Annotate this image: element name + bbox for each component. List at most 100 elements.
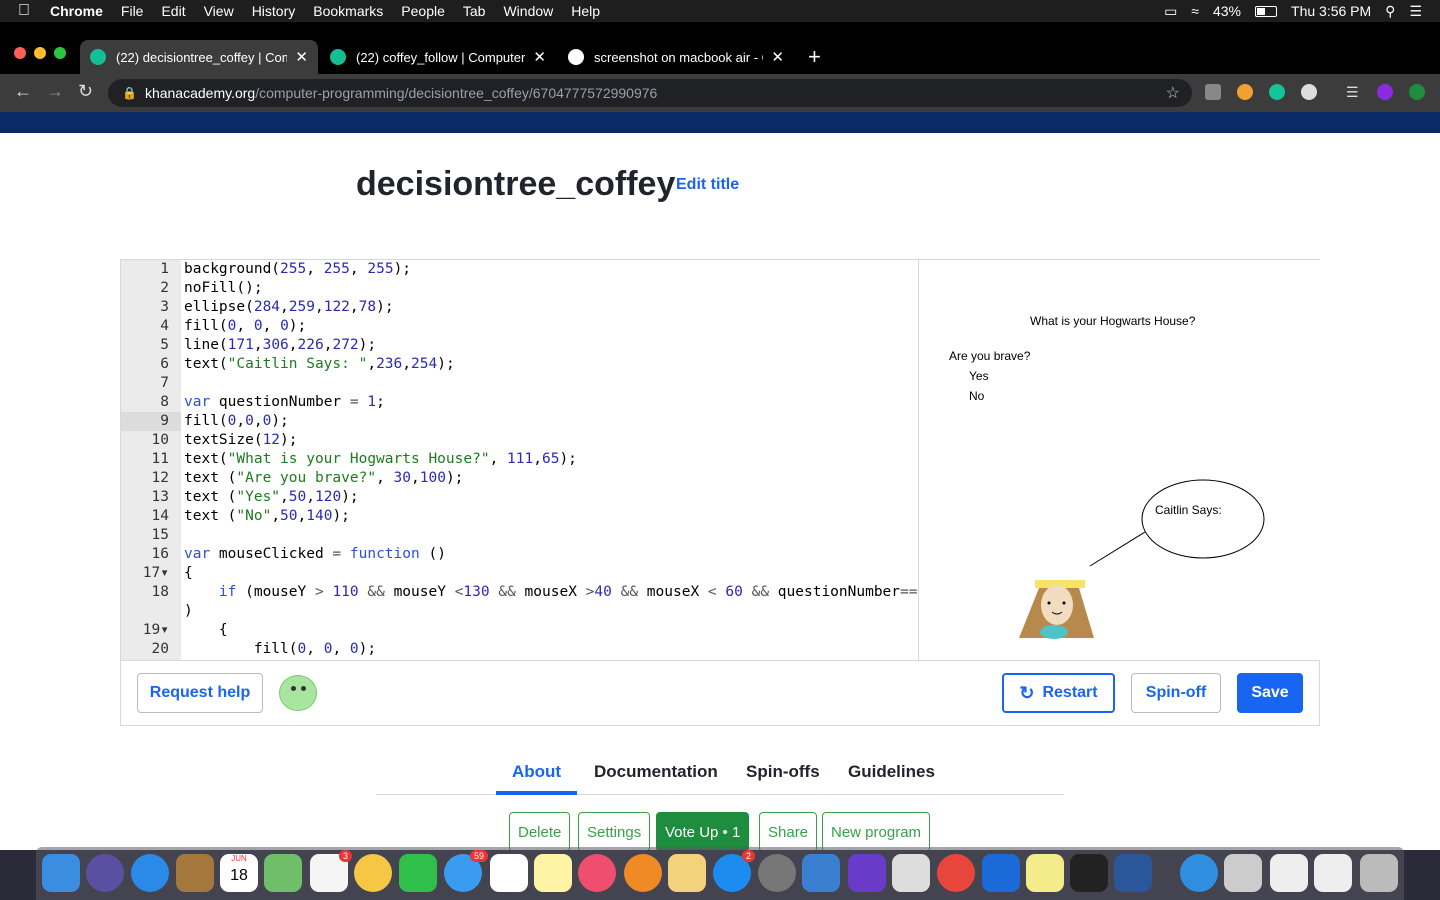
tab-documentation[interactable]: Documentation [594,762,718,795]
notification-center-icon[interactable]: ☰ [1409,3,1422,20]
close-tab-icon[interactable]: ✕ [533,48,546,66]
browser-tab[interactable]: screenshot on macbook air - G ✕ [558,40,794,74]
stickies-icon[interactable] [1026,854,1064,892]
code-line[interactable]: 3 ellipse(284,259,122,78); [121,298,919,317]
close-window-button[interactable] [14,47,26,59]
request-help-button[interactable]: Request help [137,673,263,713]
menu-view[interactable]: View [204,3,234,19]
program-output-canvas[interactable]: What is your Hogwarts House? Are you bra… [918,260,1320,660]
settings-button[interactable]: Settings [578,812,651,852]
app-store-icon[interactable]: 2 [713,850,755,892]
siri-icon[interactable] [86,854,124,892]
delete-button[interactable]: Delete [509,812,571,852]
code-line[interactable]: 19▾ { [121,621,919,640]
forward-arrow-icon[interactable]: → [46,81,64,102]
browser-tab-active[interactable]: (22) decisiontree_coffey | Com ✕ [80,40,318,74]
save-button[interactable]: Save [1237,673,1303,713]
code-line[interactable]: 2 noFill(); [121,279,919,298]
code-line[interactable]: 1 background(255, 255, 255); [121,260,919,279]
new-tab-button[interactable]: + [808,44,821,70]
clock[interactable]: Thu 3:56 PM [1291,3,1371,19]
maximize-window-button[interactable] [54,47,66,59]
extension-icon[interactable] [1301,84,1317,100]
finder-icon[interactable] [42,854,80,892]
code-line[interactable]: 11 text("What is your Hogwarts House?", 1… [121,450,919,469]
restart-button[interactable]: ↻ Restart [1002,673,1115,713]
new-program-button[interactable]: New program [822,812,931,852]
contacts-icon[interactable] [176,854,214,892]
hint-mascot-icon[interactable] [279,675,317,711]
code-line[interactable]: 13 text ("Yes",50,120); [121,488,919,507]
maps-icon[interactable] [264,854,302,892]
menu-tab[interactable]: Tab [463,3,486,19]
extension-icon[interactable] [1205,84,1221,100]
close-tab-icon[interactable]: ✕ [771,48,784,66]
code-line[interactable]: 9 fill(0,0,0); [121,412,919,431]
code-line[interactable]: 14 text ("No",50,140); [121,507,919,526]
window-thumbnail[interactable] [1314,854,1352,892]
code-line[interactable]: 20 fill(0, 0, 0); [121,640,919,659]
code-line[interactable]: 10 textSize(12); [121,431,919,450]
numbers-icon[interactable] [490,854,528,892]
menu-edit[interactable]: Edit [161,3,185,19]
browser-tab[interactable]: (22) coffey_follow | Computer p ✕ [320,40,556,74]
photos-icon[interactable] [354,854,392,892]
menu-history[interactable]: History [252,3,296,19]
spinoff-button[interactable]: Spin-off [1131,673,1221,713]
bookmark-star-icon[interactable]: ☆ [1166,83,1180,103]
word-icon[interactable] [1114,854,1152,892]
reload-icon[interactable]: ↻ [78,81,93,102]
code-line[interactable]: 6 text("Caitlin Says: ",236,254); [121,355,919,374]
tab-about[interactable]: About [496,762,577,795]
address-bar[interactable]: 🔒 khanacademy.org /computer-programming/… [108,79,1192,107]
code-line[interactable]: 5 line(171,306,226,272); [121,336,919,355]
menu-help[interactable]: Help [571,3,600,19]
calendar-icon[interactable]: JUN 18 [220,854,258,892]
code-line[interactable]: 18 if (mouseY > 110 && mouseY <130 && mo… [121,583,919,602]
back-arrow-icon[interactable]: ← [14,81,32,102]
books-icon[interactable] [624,854,662,892]
menu-people[interactable]: People [401,3,445,19]
code-editor[interactable]: 1 background(255, 255, 255); 2 noFill(); 3 el… [121,260,919,660]
profile-avatar[interactable] [1377,84,1393,100]
imovie-icon[interactable] [848,854,886,892]
pages-icon[interactable] [668,854,706,892]
edit-title-link[interactable]: Edit title [676,176,739,194]
code-line[interactable]: ) [121,602,919,621]
wifi-icon[interactable]: ≈ [1191,3,1199,19]
system-preferences-icon[interactable] [758,854,796,892]
code-line[interactable]: 7 [121,374,919,393]
update-icon[interactable] [1409,84,1425,100]
extension-icon[interactable] [1237,84,1253,100]
trash-icon[interactable] [1360,854,1398,892]
keynote-icon[interactable] [802,854,840,892]
vote-up-button[interactable]: Vote Up • 1 [656,812,750,852]
media-controls-icon[interactable]: ☰ [1346,84,1362,100]
facetime-icon[interactable] [399,854,437,892]
code-line[interactable]: 4 fill(0, 0, 0); [121,317,919,336]
tab-spinoffs[interactable]: Spin-offs [746,762,820,795]
code-line[interactable]: 16 var mouseClicked = function () [121,545,919,564]
grammarly-icon[interactable] [1269,84,1285,100]
reminders-icon[interactable]: 3 [310,850,352,892]
screenshot-icon[interactable] [1224,854,1262,892]
code-line[interactable]: 15 [121,526,919,545]
downloads-icon[interactable] [1180,854,1218,892]
music-icon[interactable] [578,854,616,892]
safari-icon[interactable] [131,854,169,892]
chrome-icon[interactable] [937,854,975,892]
roblox-studio-icon[interactable] [982,854,1020,892]
code-line[interactable]: 17▾ { [121,564,919,583]
activity-monitor-icon[interactable] [1070,854,1108,892]
menu-window[interactable]: Window [503,3,553,19]
tab-guidelines[interactable]: Guidelines [848,762,935,795]
notes-icon[interactable] [534,854,572,892]
apple-menu-icon[interactable]:  [18,2,36,20]
minimize-window-button[interactable] [34,47,46,59]
menu-bookmarks[interactable]: Bookmarks [313,3,383,19]
battery-icon[interactable] [1255,5,1278,17]
airplay-icon[interactable]: ▭ [1164,3,1177,20]
share-button[interactable]: Share [759,812,818,852]
roblox-icon[interactable] [892,854,930,892]
code-line[interactable]: 8 var questionNumber = 1; [121,393,919,412]
